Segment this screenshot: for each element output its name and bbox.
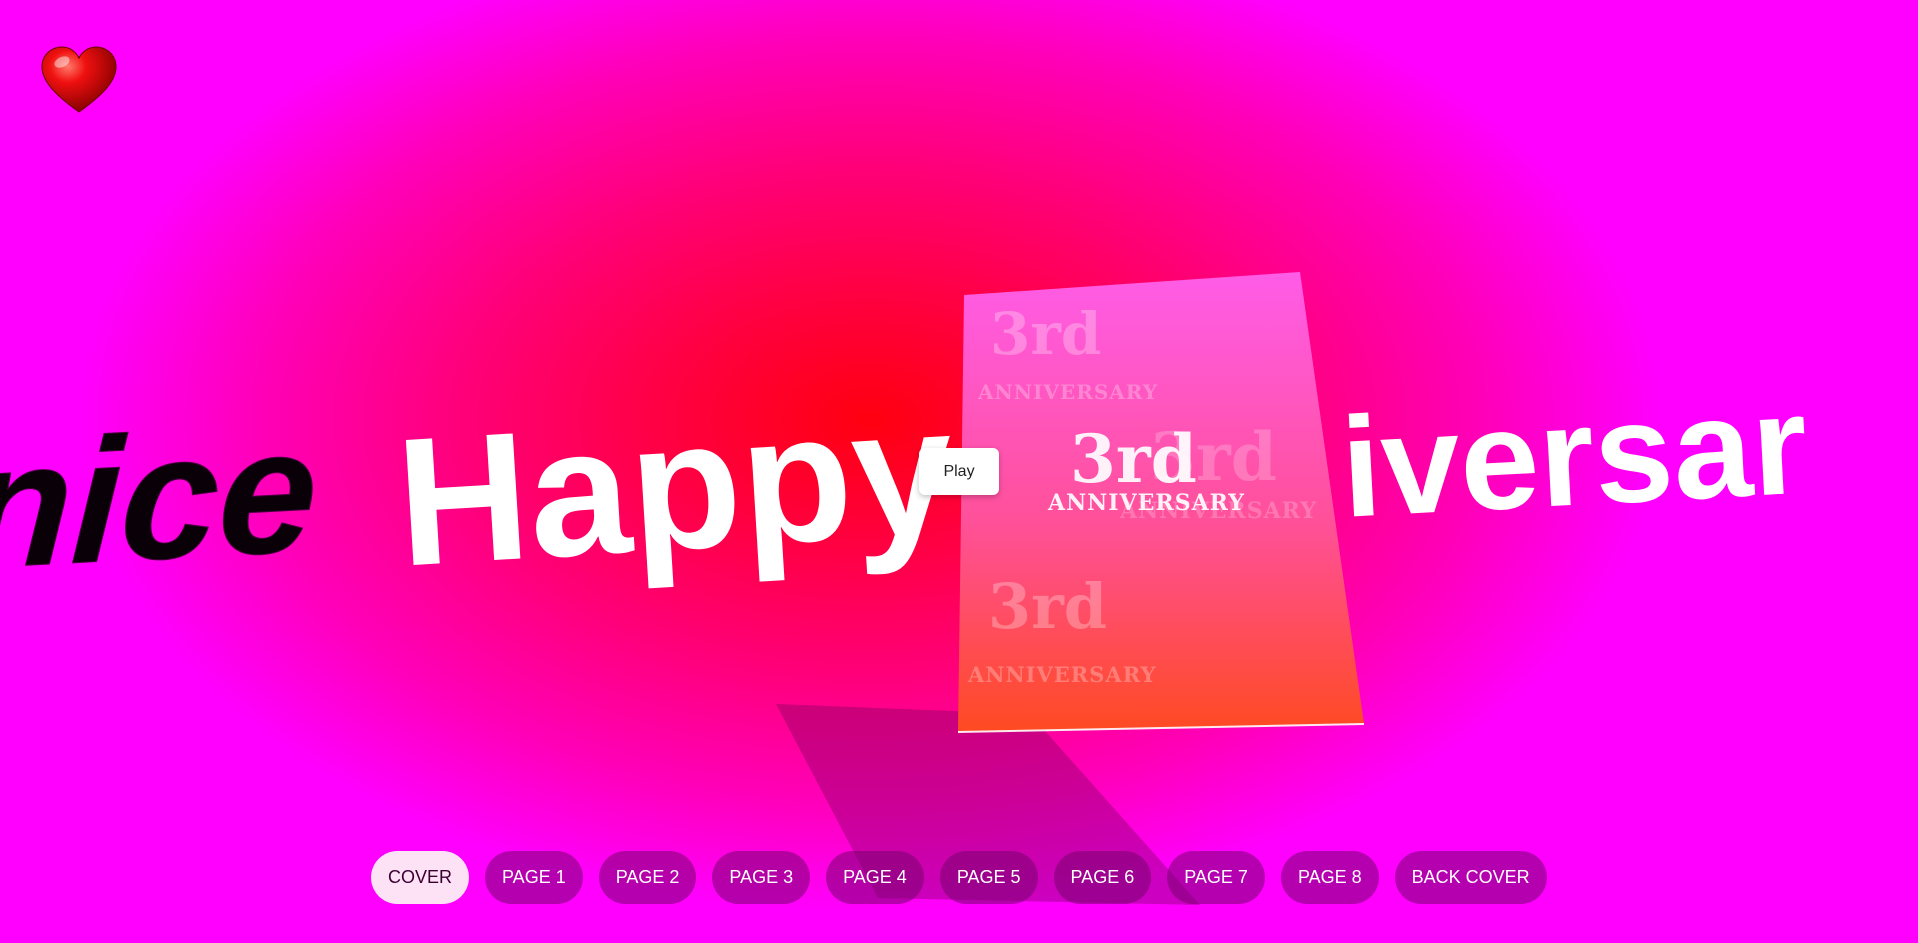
nav-page-3-button[interactable]: PAGE 3 <box>712 851 811 904</box>
nav-page-7-button[interactable]: PAGE 7 <box>1167 851 1265 904</box>
card-3rd-main: 3rd <box>1070 420 1197 498</box>
card-anniversary-top: ANNIVERSARY <box>978 380 1159 404</box>
nav-page-5-button[interactable]: PAGE 5 <box>939 851 1038 904</box>
marquee-left-word: nice <box>0 391 323 607</box>
heart-icon <box>41 46 117 113</box>
marquee-happy-word: Happy <box>391 367 959 605</box>
card-anniversary-bottom: ANNIVERSARY <box>968 662 1157 687</box>
card-anniversary-main: ANNIVERSARY <box>1048 490 1245 516</box>
card-3rd-top: 3rd <box>990 300 1102 368</box>
nav-page-6-button[interactable]: PAGE 6 <box>1053 851 1152 904</box>
play-button[interactable]: Play <box>919 448 999 495</box>
card-3rd-bottom: 3rd <box>988 570 1108 643</box>
marquee-right-word: iversar <box>1337 364 1812 548</box>
nav-page-4-button[interactable]: PAGE 4 <box>826 851 924 904</box>
nav-page-8-button[interactable]: PAGE 8 <box>1280 851 1379 904</box>
scene: nice Happy iversar 3rd ANNIVERSARY 3rd 3… <box>0 0 1918 943</box>
nav-back-cover-button[interactable]: BACK COVER <box>1394 851 1547 904</box>
page-nav: COVER PAGE 1 PAGE 2 PAGE 3 PAGE 4 PAGE 5… <box>371 851 1547 904</box>
nav-page-1-button[interactable]: PAGE 1 <box>485 851 583 904</box>
nav-cover-button[interactable]: COVER <box>371 851 470 904</box>
nav-page-2-button[interactable]: PAGE 2 <box>598 851 697 904</box>
